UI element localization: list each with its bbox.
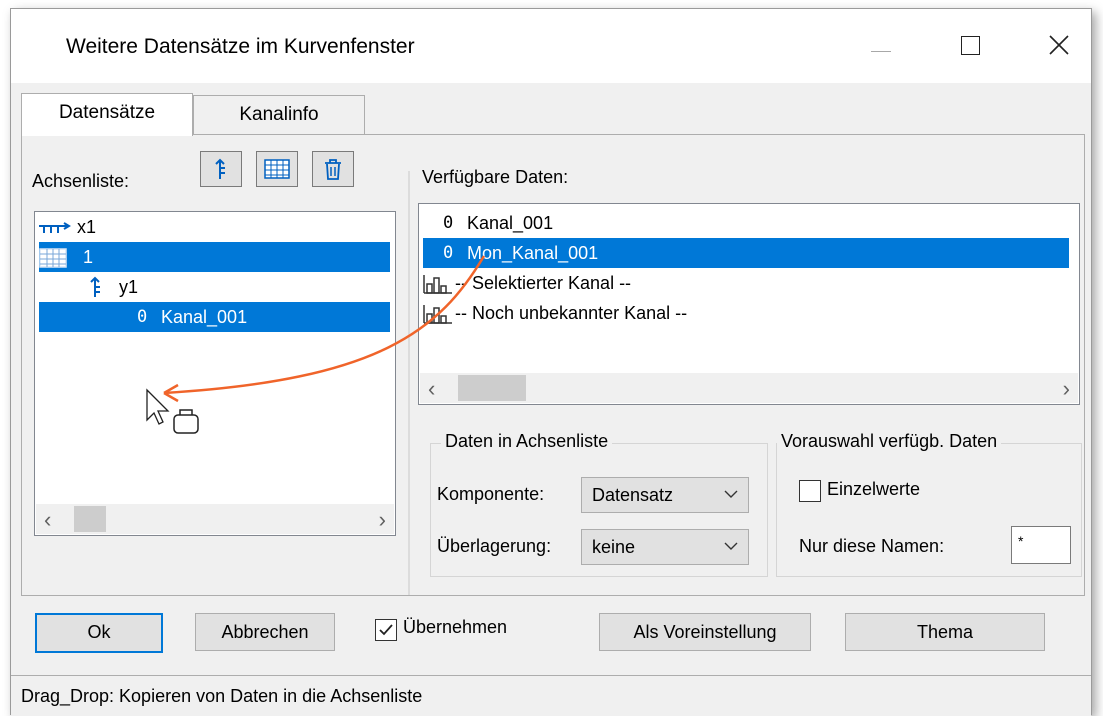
chevron-down-icon [724, 490, 738, 498]
tab-panel: Achsenliste: x1 1 y1 0 Kanal_001 ‹ › Ver… [21, 134, 1085, 596]
add-dataset-button[interactable] [256, 151, 298, 187]
uebernehmen-label: Übernehmen [403, 617, 508, 637]
list-item-selected-channel[interactable]: -- Selektierter Kanal -- [419, 268, 1069, 298]
tree-label: Kanal_001 [161, 307, 248, 327]
tree-label: 1 [83, 247, 94, 267]
achsenliste-label: Achsenliste: [32, 171, 130, 191]
select-value: keine [592, 537, 636, 557]
bar-chart-icon [423, 305, 452, 324]
tab-control: Datensätze Kanalinfo Achsenliste: x1 1 y… [11, 83, 1091, 597]
axis-tree[interactable]: x1 1 y1 0 Kanal_001 ‹ › [34, 211, 396, 536]
tab-kanalinfo[interactable]: Kanalinfo [193, 95, 365, 134]
group-vorauswahl: Vorauswahl verfügb. Daten Einzelwerte Nu… [776, 431, 1082, 577]
names-value: * [1018, 533, 1024, 549]
status-bar: Drag_Drop: Kopieren von Daten in die Ach… [11, 675, 1091, 716]
window-title: Weitere Datensätze im Kurvenfenster [66, 35, 415, 58]
channel-icon: 0 [443, 243, 454, 263]
available-data-list[interactable]: 0 Kanal_001 0 Mon_Kanal_001 -- Selektier… [418, 203, 1080, 405]
names-label: Nur diese Namen: [799, 536, 945, 556]
uebernehmen-checkbox[interactable] [375, 619, 397, 641]
minimize-button[interactable] [851, 23, 911, 69]
tree-label: y1 [119, 277, 139, 297]
tree-item-dataset[interactable]: 1 [39, 242, 390, 272]
komponente-select[interactable]: Datensatz [581, 477, 749, 513]
scroll-right-icon[interactable]: › [379, 507, 386, 533]
komponente-label: Komponente: [437, 484, 545, 504]
ueberlagerung-select[interactable]: keine [581, 529, 749, 565]
list-item-kanal-001[interactable]: 0 Kanal_001 [419, 208, 1069, 238]
list-label: Mon_Kanal_001 [467, 243, 599, 263]
axis-tree-hscroll[interactable]: ‹ › [36, 504, 394, 534]
y-axis-icon [90, 276, 100, 297]
select-value: Datensatz [592, 485, 674, 505]
status-text: Drag_Drop: Kopieren von Daten in die Ach… [21, 686, 423, 706]
ueberlagerung-label: Überlagerung: [437, 536, 552, 556]
group-daten-in-achsenliste: Daten in Achsenliste Komponente: Datensa… [430, 431, 768, 577]
x-axis-icon [39, 222, 71, 233]
tab-datensaetze[interactable]: Datensätze [21, 93, 193, 136]
available-data-hscroll[interactable]: ‹ › [420, 373, 1078, 403]
ok-button[interactable]: Ok [35, 613, 163, 653]
cancel-button[interactable]: Abbrechen [195, 613, 335, 651]
maximize-button[interactable] [941, 23, 1001, 69]
bar-chart-icon [423, 275, 452, 294]
scroll-thumb[interactable] [458, 375, 526, 401]
list-item-mon-kanal-001[interactable]: 0 Mon_Kanal_001 [423, 238, 1069, 268]
group-title: Daten in Achsenliste [441, 431, 613, 452]
channel-icon: 0 [443, 213, 454, 233]
einzelwerte-label: Einzelwerte [827, 479, 921, 499]
delete-button[interactable] [312, 151, 354, 187]
chevron-down-icon [724, 542, 738, 550]
scroll-left-icon[interactable]: ‹ [428, 376, 435, 402]
group-title: Vorauswahl verfügb. Daten [777, 431, 1002, 452]
dialog-window: Weitere Datensätze im Kurvenfenster Date… [10, 8, 1092, 716]
trash-icon [325, 159, 341, 180]
grid-icon [264, 159, 290, 179]
y-axis-icon [215, 158, 225, 179]
add-axis-button[interactable] [200, 151, 242, 187]
title-bar: Weitere Datensätze im Kurvenfenster [11, 9, 1091, 83]
close-icon [1049, 35, 1069, 55]
tree-label: x1 [77, 217, 97, 237]
list-label: -- Selektierter Kanal -- [455, 273, 632, 293]
list-item-unknown-channel[interactable]: -- Noch unbekannter Kanal -- [419, 298, 1069, 328]
scroll-left-icon[interactable]: ‹ [44, 507, 51, 533]
list-label: -- Noch unbekannter Kanal -- [455, 303, 688, 323]
panel-divider [408, 171, 410, 595]
verfuegbare-daten-label: Verfügbare Daten: [422, 167, 569, 187]
close-button[interactable] [1029, 23, 1089, 69]
tree-item-x1[interactable]: x1 [35, 212, 395, 242]
scroll-thumb[interactable] [74, 506, 106, 532]
checkmark-icon [379, 624, 393, 636]
einzelwerte-checkbox[interactable] [799, 480, 821, 502]
default-setting-button[interactable]: Als Voreinstellung [599, 613, 811, 651]
scroll-right-icon[interactable]: › [1063, 376, 1070, 402]
list-label: Kanal_001 [467, 213, 554, 233]
tree-item-channel[interactable]: 0 Kanal_001 [39, 302, 390, 332]
grid-icon [39, 248, 67, 268]
theme-button[interactable]: Thema [845, 613, 1045, 651]
tree-item-y1[interactable]: y1 [35, 272, 395, 302]
channel-icon: 0 [137, 307, 148, 327]
names-input[interactable]: * [1011, 526, 1071, 564]
